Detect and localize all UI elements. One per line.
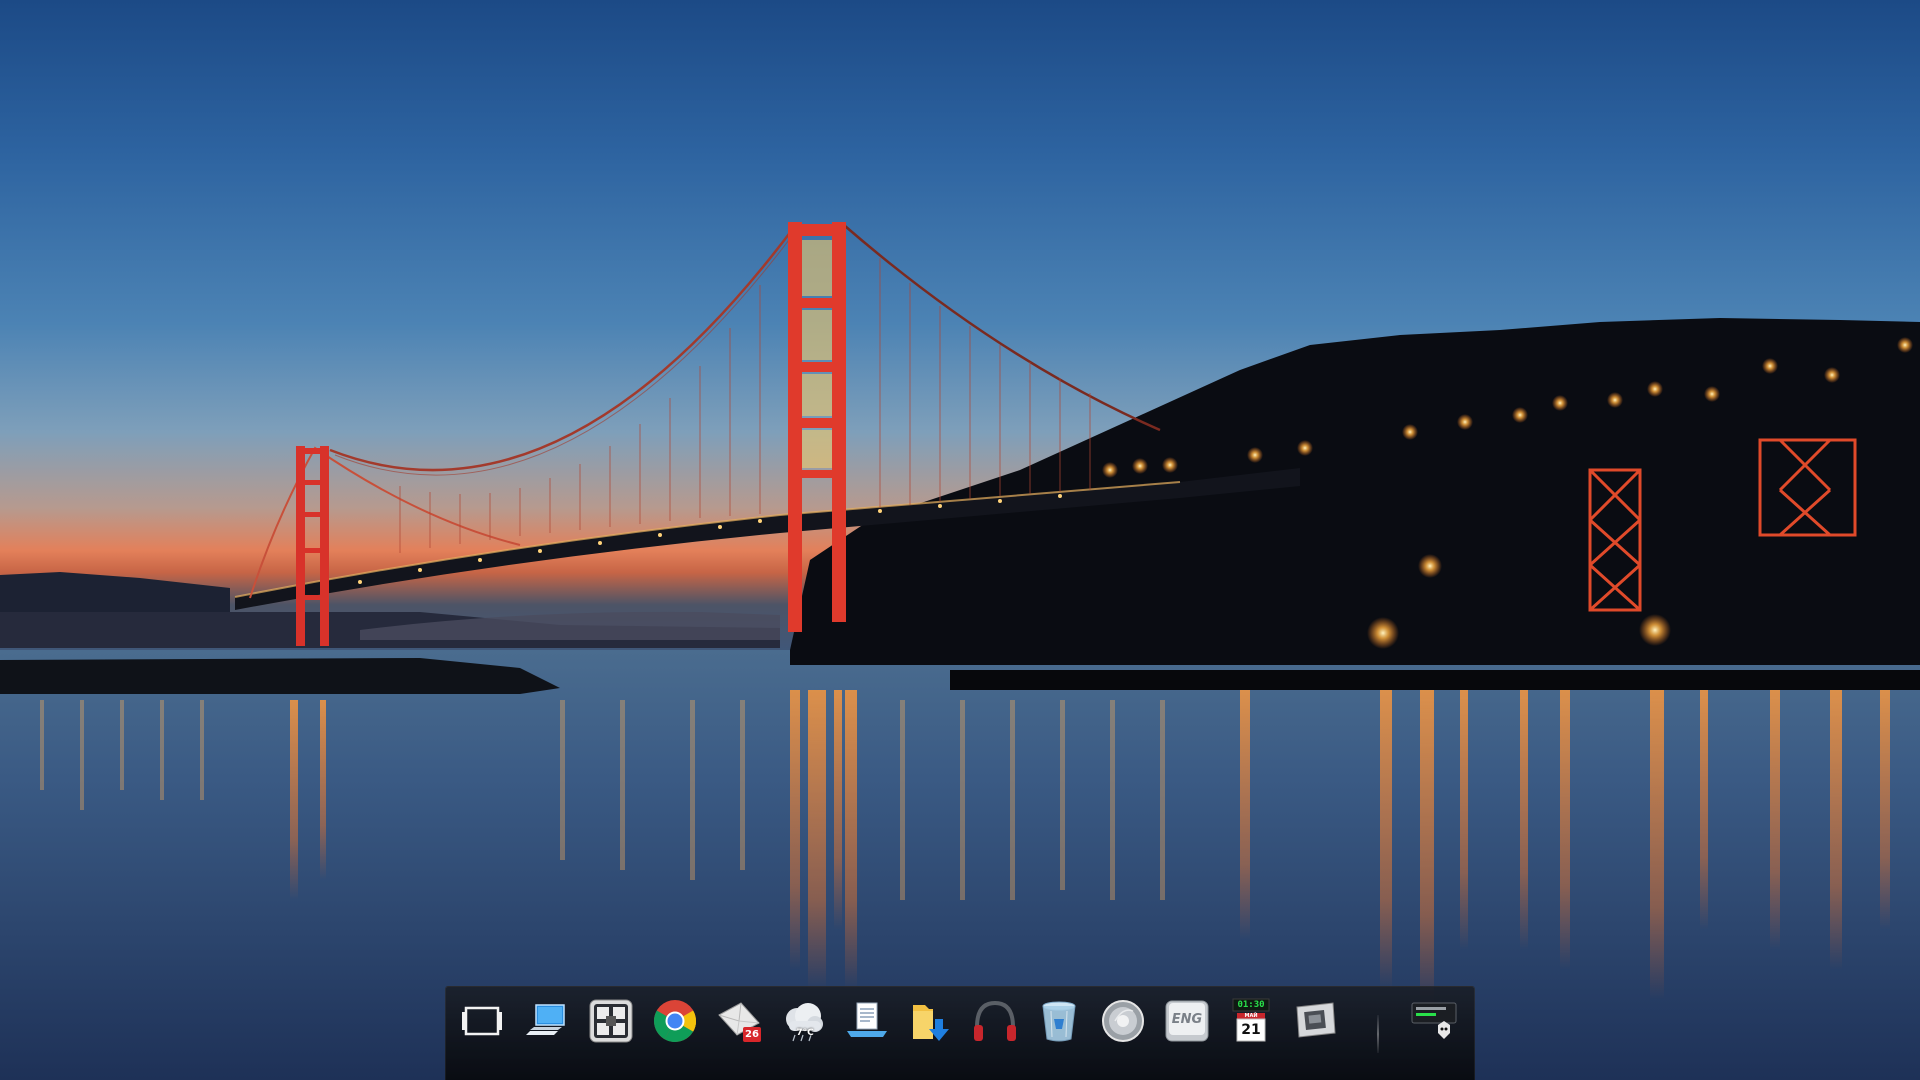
dock-item-drive[interactable] <box>1287 997 1343 1080</box>
headphones-icon <box>974 1000 1016 1041</box>
speaker-icon <box>1102 1000 1144 1042</box>
dock-item-computer[interactable] <box>518 997 574 1080</box>
dock-separator <box>1377 1015 1379 1053</box>
dock-item-chrome[interactable] <box>647 997 703 1080</box>
recycle-bin-icon <box>1042 1001 1076 1042</box>
dock: 26 7°C ENG 01:30 МАЙ 21 <box>445 986 1475 1080</box>
show-desktop-icon <box>462 1006 502 1036</box>
calendar-day: 21 <box>1241 1022 1261 1038</box>
dock-item-show-desktop[interactable] <box>454 997 510 1080</box>
dock-item-mail[interactable]: 26 <box>711 997 767 1080</box>
dock-item-recycle-bin[interactable] <box>1031 997 1087 1080</box>
dock-item-weather[interactable]: 7°C <box>775 997 831 1080</box>
dock-item-clock-calendar[interactable]: 01:30 МАЙ 21 <box>1223 997 1279 1080</box>
downloads-folder-icon <box>913 1005 949 1041</box>
chrome-icon <box>653 1000 697 1043</box>
dock-item-downloads[interactable] <box>903 997 959 1080</box>
computer-icon <box>526 1004 565 1035</box>
mail-unread-badge: 26 <box>745 1029 759 1040</box>
weather-temperature: 7°C <box>796 1028 814 1038</box>
desktop-wallpaper <box>0 222 1920 1080</box>
calendar-month: МАЙ <box>1244 1013 1258 1019</box>
desktop[interactable]: 26 7°C ENG 01:30 МАЙ 21 <box>0 0 1920 1080</box>
language-label: ENG <box>1171 1012 1203 1027</box>
dock-item-control-panel[interactable] <box>583 997 639 1080</box>
documents-icon <box>847 1002 887 1037</box>
dock-item-tray[interactable] <box>1406 997 1462 1080</box>
dock-item-volume[interactable] <box>1095 997 1151 1080</box>
drive-icon <box>1296 1002 1336 1038</box>
dock-item-documents[interactable] <box>839 997 895 1080</box>
dock-item-music[interactable] <box>967 997 1023 1080</box>
control-panel-icon <box>589 999 633 1043</box>
dock-item-language[interactable]: ENG <box>1159 997 1215 1080</box>
system-tray-icon <box>1411 1002 1457 1039</box>
clock-time: 01:30 <box>1237 1000 1265 1010</box>
